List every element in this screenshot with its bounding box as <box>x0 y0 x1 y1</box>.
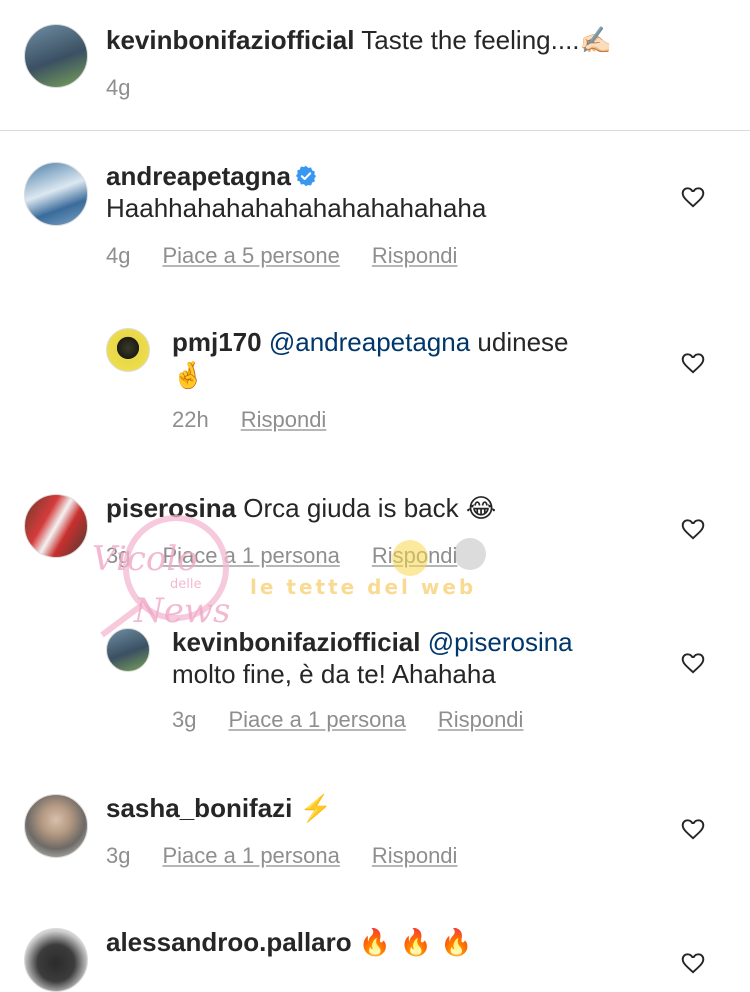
avatar[interactable] <box>106 628 150 672</box>
avatar[interactable] <box>106 328 150 372</box>
mention-link[interactable]: @andreapetagna <box>269 327 470 357</box>
timestamp: 3g <box>106 543 131 568</box>
reply-button[interactable]: Rispondi <box>241 407 327 432</box>
heart-outline-icon[interactable] <box>680 950 706 976</box>
username[interactable]: kevinbonifaziofficial <box>172 627 421 657</box>
username[interactable]: sasha_bonifazi <box>106 793 292 823</box>
reply-button[interactable]: Rispondi <box>372 243 458 268</box>
comment-text: alessandroo.pallaro 🔥 🔥 🔥 <box>106 926 473 959</box>
heart-outline-icon[interactable] <box>680 516 706 542</box>
comment-body: 🔥 🔥 🔥 <box>358 928 473 958</box>
likes-link[interactable]: Piace a 1 persona <box>162 543 339 568</box>
username[interactable]: kevinbonifaziofficial <box>106 25 355 55</box>
username[interactable]: piserosina <box>106 493 236 523</box>
reply-button[interactable]: Rispondi <box>372 543 458 568</box>
reply-item: kevinbonifaziofficial @piserosina molto … <box>0 626 750 746</box>
reply-item: pmj170 @andreapetagna udinese 🤞 22h Rispo… <box>0 326 750 446</box>
avatar[interactable] <box>24 794 88 858</box>
comment-meta: 4g Piace a 5 persone Rispondi <box>106 242 457 270</box>
comment-body: Orca giuda is back 😂 <box>243 493 497 523</box>
divider <box>0 130 750 131</box>
username[interactable]: pmj170 <box>172 327 262 357</box>
comment-meta: 3g Piace a 1 persona Rispondi <box>172 706 523 734</box>
username[interactable]: alessandroo.pallaro <box>106 927 352 957</box>
username[interactable]: andreapetagna <box>106 161 291 191</box>
comment-emoji: 🤞 <box>172 361 205 391</box>
caption-meta: 4g <box>106 74 130 102</box>
avatar[interactable] <box>24 162 88 226</box>
timestamp: 4g <box>106 75 131 100</box>
comment-meta: 3g Piace a 1 persona Rispondi <box>106 842 457 870</box>
avatar[interactable] <box>24 928 88 992</box>
comment-item: andreapetagna Haahhahahahahahahahahahaha… <box>0 160 750 280</box>
comment-meta: 3g Piace a 1 persona Rispondi <box>106 542 457 570</box>
caption-text: kevinbonifaziofficial Taste the feeling.… <box>106 24 612 56</box>
comment-text: kevinbonifaziofficial @piserosina <box>172 626 573 658</box>
comment-meta: 22h Rispondi <box>172 406 326 434</box>
heart-outline-icon[interactable] <box>680 350 706 376</box>
comment-body: udinese <box>477 327 569 357</box>
comment-text: pmj170 @andreapetagna udinese <box>172 326 569 358</box>
caption: kevinbonifaziofficial Taste the feeling.… <box>0 0 750 130</box>
reply-button[interactable]: Rispondi <box>438 707 524 732</box>
comment-text: piserosina Orca giuda is back 😂 <box>106 492 496 524</box>
comment-body: ⚡️ <box>299 794 333 824</box>
comment-item: sasha_bonifazi ⚡️ 3g Piace a 1 persona Ris… <box>0 792 750 892</box>
comment-item: piserosina Orca giuda is back 😂 3g Piace … <box>0 492 750 592</box>
comment-body: molto fine, è da te! Ahahaha <box>172 659 496 689</box>
comment-text: Taste the feeling....✍🏻 <box>361 25 612 55</box>
avatar[interactable] <box>24 24 88 88</box>
heart-outline-icon[interactable] <box>680 184 706 210</box>
heart-outline-icon[interactable] <box>680 816 706 842</box>
likes-link[interactable]: Piace a 1 persona <box>228 707 405 732</box>
comment-item: alessandroo.pallaro 🔥 🔥 🔥 <box>0 926 750 992</box>
likes-link[interactable]: Piace a 5 persone <box>162 243 339 268</box>
comment-header: andreapetagna <box>106 160 317 192</box>
timestamp: 3g <box>172 707 197 732</box>
reply-button[interactable]: Rispondi <box>372 843 458 868</box>
verified-badge-icon <box>295 165 317 187</box>
heart-outline-icon[interactable] <box>680 650 706 676</box>
comment-text: Haahhahahahahahahahahahaha <box>106 193 487 223</box>
avatar[interactable] <box>24 494 88 558</box>
mention-link[interactable]: @piserosina <box>428 627 573 657</box>
watermark-text: News <box>133 591 230 631</box>
timestamp: 3g <box>106 843 131 868</box>
timestamp: 22h <box>172 407 209 432</box>
timestamp: 4g <box>106 243 131 268</box>
comment-text: sasha_bonifazi ⚡️ <box>106 792 332 825</box>
likes-link[interactable]: Piace a 1 persona <box>162 843 339 868</box>
